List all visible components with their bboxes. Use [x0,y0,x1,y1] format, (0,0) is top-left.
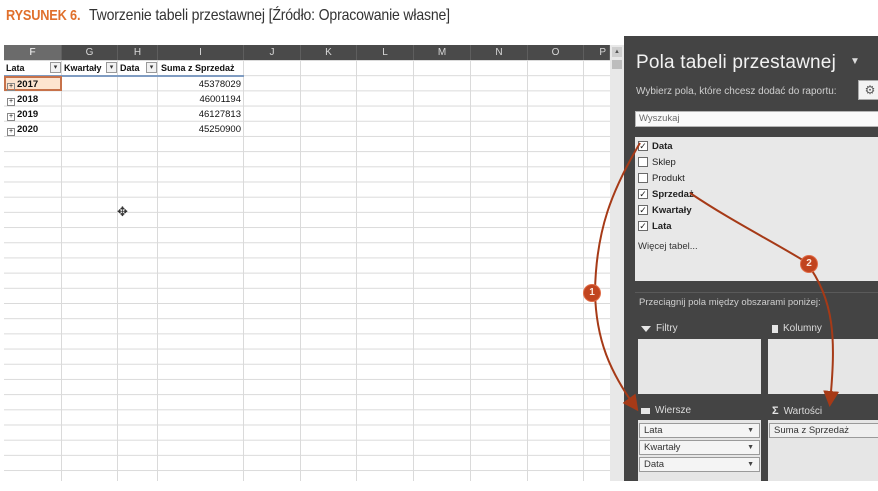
filter-dropdown-data[interactable]: ▾ [146,62,157,73]
column-header-g[interactable]: G [62,45,118,60]
expand-icon[interactable]: + [7,113,15,121]
column-header-bar: F G H I J K L M N O P [4,45,610,60]
field-search-input[interactable]: Wyszukaj [635,111,878,127]
column-header-m[interactable]: M [414,45,471,60]
field-produkt[interactable]: Produkt [638,171,685,185]
field-data[interactable]: ✓ Data [638,139,673,153]
drag-hint: Przeciągnij pola między obszarami poniże… [639,297,821,308]
annotation-badge-2: 2 [801,256,817,272]
cell-grid[interactable] [4,60,610,481]
row-value-2017[interactable]: 45378029 [158,77,244,92]
checkbox-icon[interactable]: ✓ [638,205,648,215]
rows-drop-area[interactable]: Lata ▼ Kwartały ▼ Data ▼ [638,420,761,481]
filter-dropdown-kwartaly[interactable]: ▾ [106,62,117,73]
field-list: ✓ Data Sklep Produkt ✓ Sprzedaż ✓ Kwartały … [635,137,878,281]
area-header-columns: Kolumny [772,323,822,334]
pane-subtitle: Wybierz pola, które chcesz dodać do rapo… [636,86,837,97]
filters-drop-area[interactable] [638,339,761,394]
pane-options-icon[interactable]: ▼ [850,56,860,67]
columns-icon [772,324,778,333]
checkbox-icon[interactable] [638,173,648,183]
scroll-up-icon[interactable]: ▲ [612,47,622,57]
cell-cursor-icon: ✥ [117,204,128,219]
dropdown-arrow-icon[interactable]: ▼ [747,458,754,471]
expand-icon[interactable]: + [7,83,15,91]
area-header-values: Σ Wartości [772,405,823,417]
row-value-2020[interactable]: 45250900 [158,122,244,137]
values-drop-area[interactable]: Suma z Sprzedaż [768,420,878,481]
checkbox-icon[interactable]: ✓ [638,221,648,231]
pivot-header-suma: Suma z Sprzedaż [161,63,235,73]
row-year-2017[interactable]: +2017 [4,77,61,92]
checkbox-icon[interactable]: ✓ [638,141,648,151]
rows-item-data[interactable]: Data ▼ [639,457,760,472]
row-year-2018[interactable]: +2018 [4,92,61,107]
pivot-header-kwartaly: Kwartały [64,63,102,73]
pivot-header-lata: Lata [6,63,25,73]
expand-icon[interactable]: + [7,98,15,106]
columns-drop-area[interactable] [768,339,878,394]
field-kwartaly[interactable]: ✓ Kwartały [638,203,692,217]
row-year-2019[interactable]: +2019 [4,107,61,122]
expand-icon[interactable]: + [7,128,15,136]
filter-icon [641,325,651,332]
spreadsheet[interactable]: F G H I J K L M N O P Lata ▾ Kwartały ▾ … [4,45,610,481]
figure-number: RYSUNEK 6. [6,7,81,24]
column-header-p[interactable]: P [584,45,610,60]
gear-icon[interactable]: ⚙ [858,80,878,100]
values-item-suma[interactable]: Suma z Sprzedaż [769,423,878,438]
checkbox-icon[interactable] [638,157,648,167]
filter-dropdown-lata[interactable]: ▾ [50,62,61,73]
dropdown-arrow-icon[interactable]: ▼ [747,441,754,454]
pane-divider [635,292,878,293]
field-lata[interactable]: ✓ Lata [638,219,672,233]
row-year-2020[interactable]: +2020 [4,122,61,137]
pivot-header-data: Data [120,63,140,73]
figure-caption: RYSUNEK 6. Tworzenie tabeli przestawnej … [6,7,500,29]
column-header-l[interactable]: L [357,45,414,60]
field-sprzedaz[interactable]: ✓ Sprzedaż [638,187,694,201]
scroll-thumb[interactable] [612,60,622,69]
column-header-f[interactable]: F [4,45,62,60]
area-header-rows: Wiersze [641,405,691,416]
rows-item-kwartaly[interactable]: Kwartały ▼ [639,440,760,455]
rows-item-lata[interactable]: Lata ▼ [639,423,760,438]
field-sklep[interactable]: Sklep [638,155,676,169]
vertical-scrollbar[interactable]: ▲ [610,45,624,481]
column-header-h[interactable]: H [118,45,158,60]
rows-icon [641,407,650,414]
checkbox-icon[interactable]: ✓ [638,189,648,199]
more-tables-link[interactable]: Więcej tabel... [638,241,698,252]
column-header-n[interactable]: N [471,45,528,60]
row-value-2019[interactable]: 46127813 [158,107,244,122]
row-value-2018[interactable]: 46001194 [158,92,244,107]
annotation-badge-1: 1 [584,285,600,301]
column-header-i[interactable]: I [158,45,244,60]
pane-title: Pola tabeli przestawnej [636,52,836,73]
area-header-filters: Filtry [641,323,678,334]
sigma-icon: Σ [772,405,779,417]
dropdown-arrow-icon[interactable]: ▼ [747,424,754,437]
column-header-j[interactable]: J [244,45,301,60]
pivot-fields-pane: Pola tabeli przestawnej ▼ Wybierz pola, … [624,36,878,481]
figure-title: Tworzenie tabeli przestawnej [Źródło: Op… [89,7,451,24]
column-header-o[interactable]: O [528,45,584,60]
column-header-k[interactable]: K [301,45,357,60]
